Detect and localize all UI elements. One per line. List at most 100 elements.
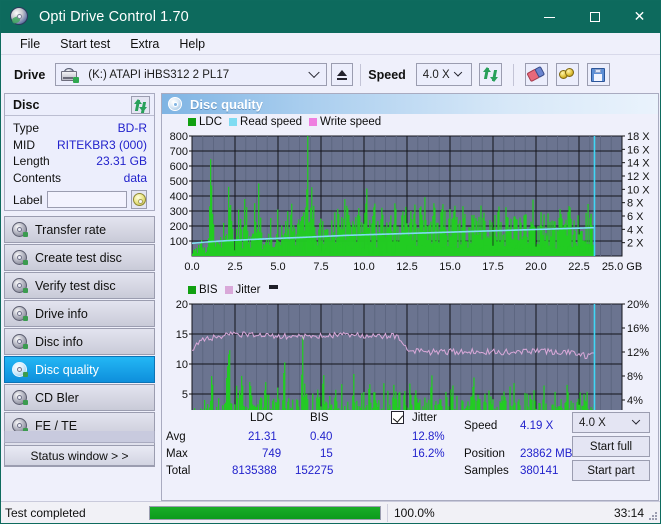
close-icon: ✕ — [633, 9, 646, 25]
disc-label-input[interactable] — [47, 191, 128, 208]
speed-select-value: 4.0 X — [422, 68, 450, 81]
chart2-legend: BIS Jitter — [188, 284, 279, 296]
drive-select-value: (K:) ATAPI iHBS312 2 PL17 — [88, 68, 230, 81]
drive-label: Drive — [14, 67, 46, 82]
svg-text:12 X: 12 X — [627, 171, 650, 183]
disc-icon — [12, 334, 28, 349]
start-full-button[interactable]: Start full — [572, 436, 650, 457]
bis-max-value: 15 — [320, 448, 333, 460]
menu-file[interactable]: File — [11, 35, 49, 53]
status-window-button[interactable]: Status window > > — [4, 445, 155, 466]
svg-text:100: 100 — [170, 236, 188, 248]
speed-stat-label: Speed — [464, 420, 498, 432]
svg-text:16 X: 16 X — [627, 144, 650, 156]
chevron-down-icon — [631, 415, 642, 425]
sidebar-item-label: Disc info — [35, 334, 83, 349]
svg-text:5.0: 5.0 — [270, 261, 285, 273]
menu-help[interactable]: Help — [170, 35, 214, 53]
speed-select[interactable]: 4.0 X — [415, 63, 472, 86]
stats-row-max: Max — [166, 448, 188, 460]
legend-entry-bis: BIS — [188, 284, 218, 296]
legend-entry-read-speed: Read speed — [229, 116, 302, 128]
sidebar-item-cd-bler[interactable]: CD Bler — [4, 384, 155, 411]
stats-row-total: Total — [166, 465, 191, 477]
erase-button[interactable] — [524, 63, 548, 86]
disc-icon — [12, 306, 28, 321]
svg-text:10: 10 — [176, 359, 188, 371]
sidebar-item-disc-info[interactable]: Disc info — [4, 328, 155, 355]
drive-select[interactable]: (K:) ATAPI iHBS312 2 PL17 — [55, 63, 328, 86]
window-title: Opti Drive Control 1.70 — [39, 9, 189, 25]
resize-grip-icon[interactable] — [647, 510, 657, 520]
disc-refresh-button[interactable] — [131, 96, 150, 114]
window-controls: ✕ — [527, 1, 660, 33]
discs-button[interactable] — [555, 63, 579, 86]
status-message: Test completed — [5, 505, 86, 520]
sidebar-item-create-test-disc[interactable]: Create test disc — [4, 244, 155, 271]
legend-entry-jitter: Jitter — [224, 284, 260, 296]
disc-row-key: Contents — [13, 170, 62, 185]
test-speed-value: 4.0 X — [579, 416, 606, 429]
progress-percent: 100.0% — [394, 505, 435, 520]
disc-icon — [12, 222, 28, 237]
disc-quality-icon — [168, 97, 182, 111]
menu-start-test[interactable]: Start test — [51, 35, 119, 53]
legend-swatch-write-speed — [309, 118, 318, 126]
disc-row-mid: MID RITEKBR3 (000) — [13, 137, 147, 154]
stats-header-ldc: LDC — [250, 412, 274, 424]
sidebar-item-drive-info[interactable]: Drive info — [4, 300, 155, 327]
disc-row-length: Length 23.31 GB — [13, 153, 147, 170]
sidebar-item-label: Disc quality — [35, 362, 99, 377]
refresh-button[interactable] — [478, 63, 502, 86]
disc-icon — [132, 193, 146, 206]
menu-extra[interactable]: Extra — [121, 35, 168, 53]
minimize-icon — [544, 16, 555, 18]
save-button[interactable] — [586, 63, 610, 86]
svg-text:10 X: 10 X — [627, 184, 650, 196]
svg-text:25.0 GB: 25.0 GB — [602, 261, 642, 273]
disc-row-contents: Contents data — [13, 170, 147, 187]
legend-swatch-ldc — [188, 118, 196, 126]
close-button[interactable]: ✕ — [617, 1, 660, 33]
svg-text:0.0: 0.0 — [184, 261, 199, 273]
drive-icon — [61, 67, 80, 83]
sidebar-item-label: Verify test disc — [35, 278, 116, 293]
bis-avg-value: 0.40 — [310, 431, 333, 443]
disc-info-box: Disc Type BD-R MID RITEKBR3 (000) Length… — [4, 93, 155, 211]
jitter-max-value: 16.2% — [412, 448, 445, 460]
sidebar-item-verify-test-disc[interactable]: Verify test disc — [4, 272, 155, 299]
save-floppy-icon — [591, 67, 606, 82]
minimize-button[interactable] — [527, 1, 572, 33]
start-part-button[interactable]: Start part — [572, 460, 650, 481]
sidebar-item-label: Transfer rate — [35, 222, 107, 237]
toolbar-divider — [360, 63, 362, 86]
ldc-total-value: 8135388 — [232, 465, 277, 477]
disc-row-value: data — [123, 170, 147, 185]
maximize-button[interactable] — [572, 1, 617, 33]
speed-label: Speed — [368, 67, 406, 82]
sidebar-item-label: Drive info — [35, 306, 88, 321]
disc-row-key: MID — [13, 137, 35, 152]
sidebar-item-disc-quality[interactable]: Disc quality — [4, 356, 155, 383]
svg-text:22.5: 22.5 — [568, 261, 589, 273]
svg-text:200: 200 — [170, 221, 188, 233]
test-speed-select[interactable]: 4.0 X — [572, 412, 650, 433]
eject-button[interactable] — [331, 63, 354, 86]
legend-label-read-speed: Read speed — [240, 116, 303, 128]
svg-text:700: 700 — [170, 146, 188, 158]
position-stat-value: 23862 MB — [520, 448, 573, 460]
svg-text:5: 5 — [182, 389, 188, 401]
ldc-max-value: 749 — [262, 448, 282, 460]
sidebar-item-transfer-rate[interactable]: Transfer rate — [4, 216, 155, 243]
disc-label-button[interactable] — [131, 190, 147, 209]
sidebar-item-label: Create test disc — [35, 250, 122, 265]
disc-box-title: Disc — [13, 97, 40, 112]
svg-text:20: 20 — [176, 299, 188, 311]
elapsed-time: 33:14 — [613, 505, 644, 520]
svg-text:2.5: 2.5 — [227, 261, 242, 273]
chevron-down-icon — [308, 66, 320, 78]
legend-swatch-read-speed — [229, 118, 238, 126]
disc-icon — [12, 250, 28, 265]
jitter-checkbox[interactable] — [391, 411, 404, 424]
start-full-label: Start full — [589, 440, 633, 453]
